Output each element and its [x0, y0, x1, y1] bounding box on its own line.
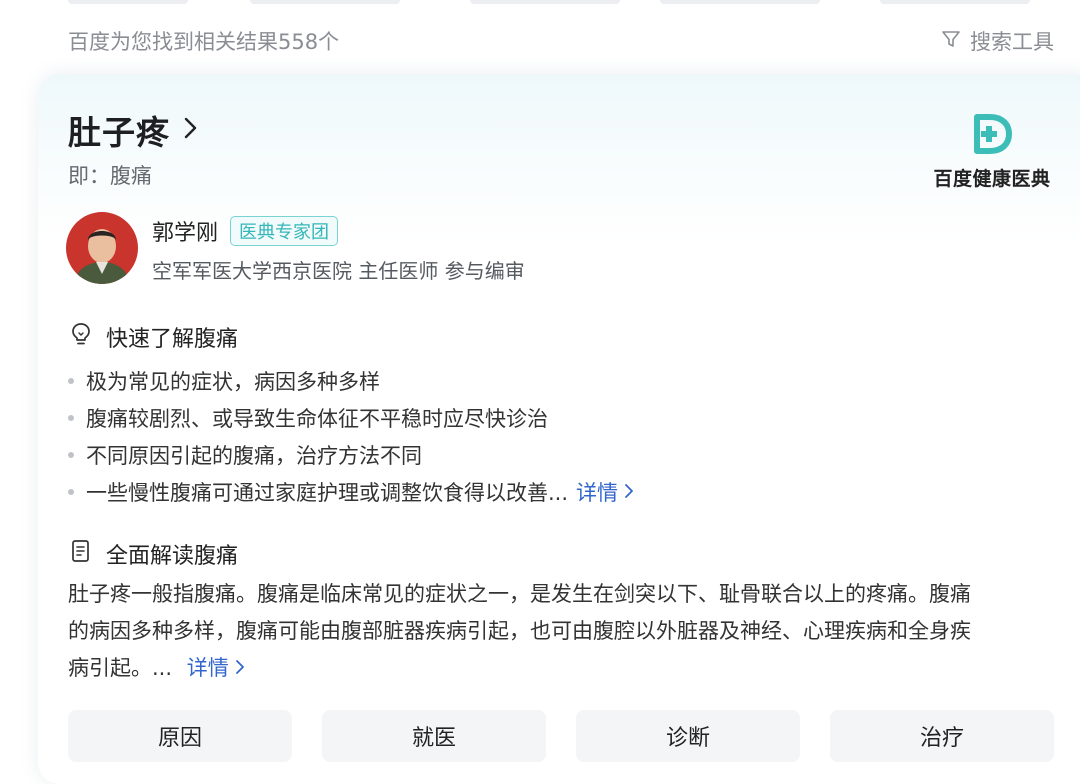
details-link-label: 详情	[186, 656, 229, 680]
list-item: 一些慢性腹痛可通过家庭护理或调整饮食得以改善... 详情	[68, 473, 1028, 510]
list-item: 腹痛较剧烈、或导致生命体征不平稳时应尽快诊治	[68, 399, 1028, 436]
list-item-text: 极为常见的症状，病因多种多样	[86, 369, 380, 394]
lightbulb-icon	[68, 321, 94, 353]
list-item-text: 一些慢性腹痛可通过家庭护理或调整饮食得以改善...	[86, 480, 569, 505]
result-count: 百度为您找到相关结果558个	[68, 30, 340, 54]
full-details-link[interactable]: 详情	[187, 650, 245, 687]
search-tools-button[interactable]: 搜索工具	[940, 26, 1054, 56]
result-bar: 百度为您找到相关结果558个 搜索工具	[68, 26, 1054, 56]
card-alias: 即：腹痛	[68, 164, 152, 188]
bullet-dot	[68, 414, 74, 421]
bullet-dot	[68, 488, 74, 495]
doctor-name: 郭学刚	[152, 221, 219, 246]
quick-heading-text: 快速了解腹痛	[106, 327, 239, 352]
previous-section-stubs	[0, 0, 1080, 6]
list-item: 不同原因引起的腹痛，治疗方法不同	[68, 436, 1028, 473]
full-heading-text: 全面解读腹痛	[106, 544, 239, 569]
topic-tabs: 原因 就医 诊断 治疗	[68, 710, 1054, 762]
list-item-text: 不同原因引起的腹痛，治疗方法不同	[86, 443, 422, 468]
bullet-dot	[68, 377, 74, 384]
chevron-right-icon	[235, 650, 245, 687]
doctor-name-row: 郭学刚 医典专家团	[152, 215, 339, 247]
tab-treatment[interactable]: 治疗	[830, 710, 1054, 762]
chevron-right-icon	[624, 480, 634, 504]
description-line: 肚子疼一般指腹痛。腹痛是临床常见的症状之一，是发生在剑突以下、耻骨联合以上的疼痛…	[68, 582, 971, 606]
quick-section-heading: 快速了解腹痛	[68, 321, 238, 353]
bullet-dot	[68, 451, 74, 458]
brand-logo[interactable]: 百度健康医典	[926, 112, 1058, 190]
document-icon	[68, 538, 94, 570]
list-item-text: 腹痛较剧烈、或导致生命体征不平稳时应尽快诊治	[86, 406, 548, 431]
filter-icon	[940, 28, 962, 55]
quick-facts-list: 极为常见的症状，病因多种多样 腹痛较剧烈、或导致生命体征不平稳时应尽快诊治 不同…	[68, 362, 1028, 510]
card-title-link[interactable]: 肚子疼	[68, 108, 200, 152]
tab-diagnosis[interactable]: 诊断	[576, 710, 800, 762]
doctor-title: 空军军医大学西京医院 主任医师 参与编审	[152, 259, 525, 283]
brand-name: 百度健康医典	[933, 168, 1051, 190]
full-section-heading: 全面解读腹痛	[68, 538, 238, 570]
description-line: 的病因多种多样，腹痛可能由腹部脏器疾病引起，也可由腹腔以外脏器及神经、心理疾病和…	[68, 619, 971, 643]
chevron-right-icon	[182, 114, 200, 146]
list-item: 极为常见的症状，病因多种多样	[68, 362, 1028, 399]
doctor-avatar[interactable]	[66, 212, 138, 284]
description-line-last: 病引起。... 详情	[68, 650, 1058, 687]
details-link-label: 详情	[576, 480, 619, 505]
tab-cause[interactable]: 原因	[68, 710, 292, 762]
expert-badge: 医典专家团	[230, 216, 339, 246]
search-tools-label: 搜索工具	[970, 30, 1054, 54]
full-description: 肚子疼一般指腹痛。腹痛是临床常见的症状之一，是发生在剑突以下、耻骨联合以上的疼痛…	[68, 576, 1058, 687]
quick-details-link[interactable]: 详情	[576, 477, 634, 507]
health-dictionary-logo-icon	[970, 112, 1014, 160]
card-title: 肚子疼	[68, 113, 170, 152]
description-line-text: 病引起。...	[68, 656, 173, 680]
tab-consult[interactable]: 就医	[322, 710, 546, 762]
